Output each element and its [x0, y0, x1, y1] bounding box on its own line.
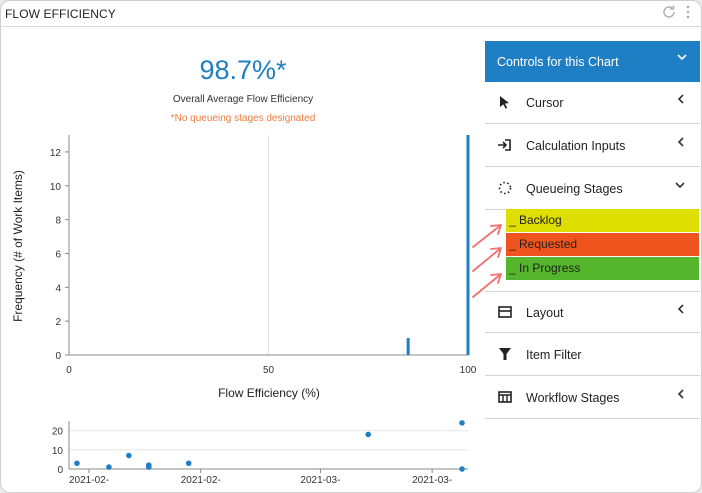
columns-icon [497, 389, 513, 405]
scatter-point [126, 452, 132, 459]
scatter-point [459, 466, 465, 472]
scatter-point [74, 460, 80, 467]
histogram-y-tick-label: 0 [55, 351, 61, 362]
scatter-x-tick-label: 2021-03- [412, 475, 452, 486]
kebab-menu-icon[interactable] [685, 4, 691, 25]
histogram-y-tick-label: 8 [55, 216, 61, 227]
histogram-x-axis-title: Flow Efficiency (%) [218, 386, 320, 400]
stage-label: _ In Progress [509, 261, 581, 275]
scatter-point [365, 431, 372, 438]
queueing-stage-requested[interactable]: _ Requested [506, 233, 699, 256]
control-calculation-inputs[interactable]: Calculation Inputs [485, 125, 700, 167]
scatter-y-tick-label: 20 [52, 427, 64, 438]
card-title: FLOW EFFICIENCY [5, 7, 116, 21]
chevron-left-icon[interactable] [676, 303, 686, 318]
control-calculation-inputs-label: Calculation Inputs [526, 139, 626, 153]
histogram-x-tick-label: 0 [66, 365, 72, 376]
card-header: FLOW EFFICIENCY [1, 1, 701, 27]
controls-panel: Controls for this Chart Cursor Calculati… [485, 41, 700, 492]
control-cursor[interactable]: Cursor [485, 82, 700, 124]
control-queueing-stages[interactable]: Queueing Stages [485, 168, 700, 210]
header-icons [661, 4, 691, 25]
chevron-down-icon[interactable] [674, 179, 686, 194]
scatter-point [185, 460, 192, 467]
histogram-y-tick-label: 2 [55, 317, 61, 328]
scatter-point [459, 420, 465, 426]
histogram-y-tick-label: 10 [50, 182, 62, 193]
scatter-point [146, 464, 152, 470]
histogram-bar [406, 338, 410, 355]
control-item-filter[interactable]: Item Filter [485, 334, 700, 376]
chevron-down-icon[interactable] [676, 51, 688, 66]
chevron-left-icon[interactable] [676, 93, 686, 108]
chevron-left-icon[interactable] [676, 388, 686, 403]
histogram-y-tick-label: 6 [55, 249, 61, 260]
histogram-x-tick-label: 50 [263, 365, 275, 376]
histogram-y-axis-title: Frequency (# of Work Items) [11, 170, 25, 322]
chevron-left-icon[interactable] [676, 136, 686, 151]
scatter-x-tick-label: 2021-03- [300, 475, 340, 486]
histogram-y-tick-label: 4 [55, 283, 61, 294]
stage-label: _ Backlog [509, 213, 562, 227]
queueing-stage-backlog[interactable]: _ Backlog [506, 209, 699, 232]
control-workflow-stages-label: Workflow Stages [526, 391, 620, 405]
refresh-icon[interactable] [661, 4, 677, 25]
flow-efficiency-card: FLOW EFFICIENCY 98.7%* Overall Average F… [0, 0, 702, 493]
controls-header-label: Controls for this Chart [497, 55, 619, 69]
control-queueing-stages-label: Queueing Stages [526, 182, 623, 196]
controls-header[interactable]: Controls for this Chart [485, 41, 700, 82]
control-workflow-stages[interactable]: Workflow Stages [485, 377, 700, 419]
scatter-y-tick-label: 0 [57, 465, 63, 476]
dotted-circle-icon [497, 180, 513, 196]
filter-icon [497, 346, 513, 362]
histogram-chart: Frequency (# of Work Items) Flow Efficie… [11, 135, 477, 400]
histogram-y-tick-label: 12 [50, 148, 62, 159]
queueing-stage-in-progress[interactable]: _ In Progress [506, 257, 699, 280]
histogram-bar [466, 135, 470, 355]
control-cursor-label: Cursor [526, 96, 564, 110]
control-layout-label: Layout [526, 306, 564, 320]
scatter-x-tick-label: 2021-02- [69, 475, 109, 486]
stage-label: _ Requested [509, 237, 578, 251]
scatter-point [106, 464, 112, 470]
timeline-scatter-chart: 0 10 20 2021-02- 2021-02- 2021-03- 2021-03- [52, 420, 468, 486]
histogram-x-tick-label: 100 [460, 365, 477, 376]
chart-pane: 98.7%* Overall Average Flow Efficiency *… [1, 28, 485, 492]
control-item-filter-label: Item Filter [526, 348, 582, 362]
scatter-y-tick-label: 10 [52, 446, 64, 457]
cursor-arrow-icon [497, 94, 513, 110]
layout-icon [497, 304, 513, 320]
scatter-x-tick-label: 2021-02- [181, 475, 221, 486]
control-layout[interactable]: Layout [485, 291, 700, 333]
input-login-icon [497, 137, 513, 153]
charts-svg: Frequency (# of Work Items) Flow Efficie… [11, 135, 477, 486]
